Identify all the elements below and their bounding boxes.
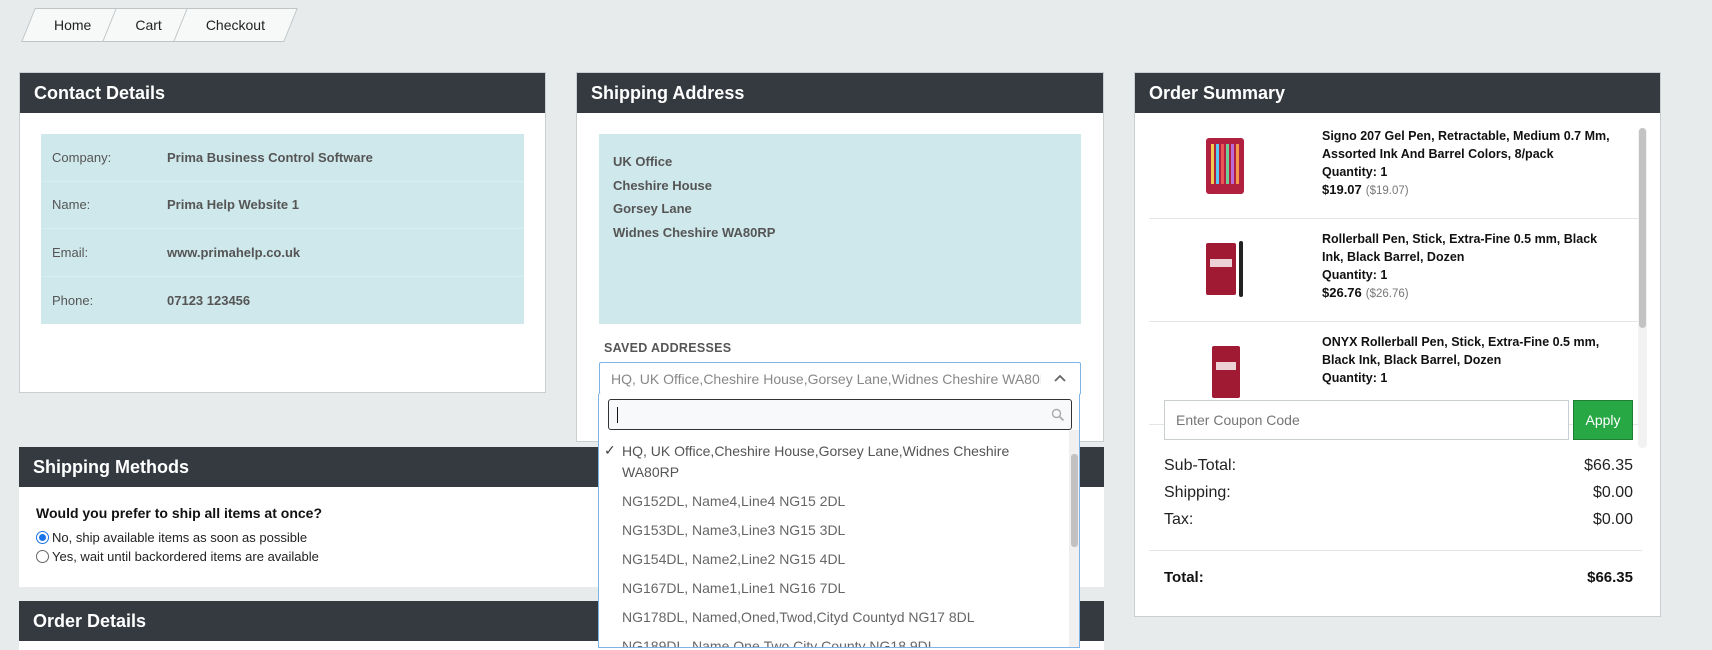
saved-addresses-select[interactable]: HQ, UK Office,Cheshire House,Gorsey Lane… <box>599 362 1081 395</box>
shipping-question: Would you prefer to ship all items at on… <box>36 505 323 521</box>
tax-label: Tax: <box>1164 511 1194 528</box>
summary-scrollbar-thumb[interactable] <box>1639 128 1646 328</box>
tax-row: Tax: $0.00 <box>1164 511 1633 529</box>
apply-coupon-button[interactable]: Apply <box>1573 400 1633 440</box>
address-info-box: UK Office Cheshire House Gorsey Lane Wid… <box>599 134 1081 324</box>
contact-details-title: Contact Details <box>20 73 545 113</box>
saved-addresses-dropdown: ✓ HQ, UK Office,Cheshire House,Gorsey La… <box>598 394 1080 648</box>
product-image <box>1212 346 1240 398</box>
subtotal-row: Sub-Total: $66.35 <box>1164 457 1633 475</box>
dropdown-search-input[interactable] <box>608 399 1072 430</box>
dropdown-scrollbar[interactable] <box>1069 430 1079 647</box>
address-line: Widnes Cheshire WA80RP <box>613 224 776 240</box>
contact-value: Prima Help Website 1 <box>167 197 299 213</box>
summary-scrollbar[interactable] <box>1638 128 1647 448</box>
summary-item: Rollerball Pen, Stick, Extra-Fine 0.5 mm… <box>1149 219 1642 322</box>
contact-row-phone: Phone: 07123 123456 <box>41 277 524 325</box>
product-image <box>1206 138 1244 194</box>
order-summary-panel: Order Summary Signo 207 Gel Pen, Retract… <box>1134 72 1661 617</box>
tax-value: $0.00 <box>1592 511 1633 528</box>
subtotal-value: $66.35 <box>1584 457 1633 474</box>
dropdown-option[interactable]: NG153DL, Name3,Line3 NG15 3DL <box>599 516 1059 545</box>
summary-item-qty: Quantity: 1 <box>1322 165 1388 179</box>
radio-ship-asap[interactable] <box>36 531 49 544</box>
breadcrumb: Home Cart Checkout <box>28 8 283 42</box>
summary-item-title: ONYX Rollerball Pen, Stick, Extra-Fine 0… <box>1322 335 1600 367</box>
total-row: Total: $66.35 <box>1164 569 1633 586</box>
summary-item-price: $19.07 ($19.07) <box>1322 182 1409 197</box>
summary-item-info: ONYX Rollerball Pen, Stick, Extra-Fine 0… <box>1322 333 1622 387</box>
ship-wait-option[interactable]: Yes, wait until backordered items are av… <box>36 549 319 564</box>
order-summary-title: Order Summary <box>1135 73 1660 113</box>
search-icon <box>1051 408 1065 422</box>
shipping-address-title: Shipping Address <box>577 73 1103 113</box>
subtotal-label: Sub-Total: <box>1164 457 1237 474</box>
saved-addresses-label: SAVED ADDRESSES <box>604 341 732 355</box>
summary-item-info: Signo 207 Gel Pen, Retractable, Medium 0… <box>1322 127 1622 200</box>
shipping-value: $0.00 <box>1592 484 1633 501</box>
address-line: Cheshire House <box>613 177 712 193</box>
contact-value: 07123 123456 <box>167 292 251 308</box>
total-value: $66.35 <box>1587 569 1633 586</box>
chevron-up-icon <box>1054 374 1066 382</box>
contact-label: Company: <box>52 149 112 165</box>
contact-label: Email: <box>52 244 89 260</box>
coupon-code-input[interactable] <box>1164 400 1569 440</box>
contact-label: Name: <box>52 197 91 213</box>
dropdown-option[interactable]: NG154DL, Name2,Line2 NG15 4DL <box>599 545 1059 574</box>
contact-row-company: Company: Prima Business Control Software <box>41 134 524 182</box>
contact-label: Phone: <box>52 292 94 308</box>
contact-details-panel: Contact Details Company: Prima Business … <box>19 72 546 393</box>
summary-item-qty: Quantity: 1 <box>1322 268 1388 282</box>
dropdown-option[interactable]: ✓ HQ, UK Office,Cheshire House,Gorsey La… <box>599 437 1059 487</box>
dropdown-option[interactable]: NG167DL, Name1,Line1 NG16 7DL <box>599 574 1059 603</box>
contact-value: www.primahelp.co.uk <box>167 244 301 260</box>
contact-value: Prima Business Control Software <box>167 149 373 165</box>
summary-item-qty: Quantity: 1 <box>1322 371 1388 385</box>
product-image <box>1206 241 1243 297</box>
shipping-label: Shipping: <box>1164 484 1231 501</box>
summary-item: Signo 207 Gel Pen, Retractable, Medium 0… <box>1149 116 1642 219</box>
dropdown-option[interactable]: NG178DL, Named,Oned,Twod,Cityd Countyd N… <box>599 603 1059 632</box>
contact-info-box: Company: Prima Business Control Software… <box>41 134 524 324</box>
ship-asap-option[interactable]: No, ship available items as soon as poss… <box>36 530 307 545</box>
summary-item-info: Rollerball Pen, Stick, Extra-Fine 0.5 mm… <box>1322 230 1622 303</box>
summary-item-title: Rollerball Pen, Stick, Extra-Fine 0.5 mm… <box>1322 232 1598 264</box>
totals-divider <box>1149 550 1642 551</box>
contact-row-name: Name: Prima Help Website 1 <box>41 182 524 229</box>
shipping-address-panel: Shipping Address UK Office Cheshire Hous… <box>576 72 1104 442</box>
address-line: Gorsey Lane <box>613 201 692 216</box>
total-label: Total: <box>1164 569 1204 586</box>
summary-item-title: Signo 207 Gel Pen, Retractable, Medium 0… <box>1322 129 1610 161</box>
radio-ship-wait[interactable] <box>36 550 49 563</box>
address-line: UK Office <box>613 154 673 169</box>
dropdown-options: ✓ HQ, UK Office,Cheshire House,Gorsey La… <box>599 437 1069 647</box>
dropdown-option[interactable]: NG189DL, Name,One,Two,City County NG18 9… <box>599 632 1059 647</box>
contact-row-email: Email: www.primahelp.co.uk <box>41 229 524 277</box>
dropdown-option[interactable]: NG152DL, Name4,Line4 NG15 2DL <box>599 487 1059 516</box>
check-icon: ✓ <box>604 442 616 458</box>
summary-item-price: $26.76 ($26.76) <box>1322 285 1409 300</box>
breadcrumb-checkout[interactable]: Checkout <box>180 8 291 42</box>
shipping-row: Shipping: $0.00 <box>1164 484 1633 502</box>
dropdown-scrollbar-thumb[interactable] <box>1071 454 1078 547</box>
saved-address-selected: HQ, UK Office,Cheshire House,Gorsey Lane… <box>611 370 1041 387</box>
text-cursor <box>617 407 618 423</box>
